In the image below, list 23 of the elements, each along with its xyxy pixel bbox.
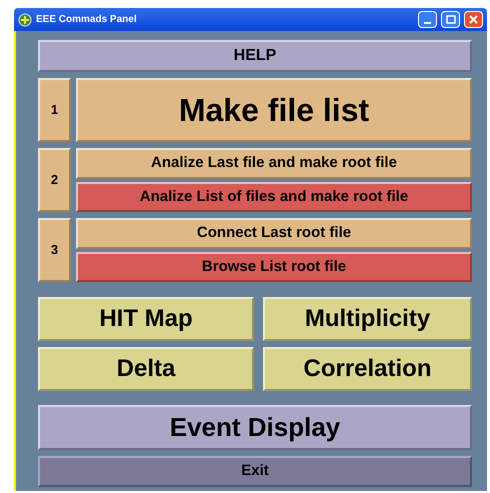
app-icon [18, 12, 32, 26]
command-button[interactable]: Make file list [76, 78, 472, 142]
help-button[interactable]: HELP [38, 40, 472, 72]
analysis-button[interactable]: Multiplicity [263, 297, 472, 341]
minimize-button[interactable] [418, 11, 437, 28]
exit-button[interactable]: Exit [38, 456, 472, 487]
maximize-button[interactable] [441, 11, 460, 28]
minimize-icon [424, 22, 431, 24]
command-button[interactable]: Browse List root file [76, 252, 472, 282]
maximize-icon [446, 15, 456, 24]
analysis-button[interactable]: Delta [38, 347, 254, 391]
window-title: EEE Commads Panel [36, 13, 138, 27]
close-icon [469, 15, 478, 24]
command-button[interactable]: Connect Last root file [76, 218, 472, 248]
step-number: 1 [38, 78, 71, 142]
step-number: 2 [38, 148, 71, 212]
command-button[interactable]: Analize List of files and make root file [76, 182, 472, 212]
command-button[interactable]: Analize Last file and make root file [76, 148, 472, 178]
analysis-button[interactable]: HIT Map [38, 297, 254, 341]
step-number: 3 [38, 218, 71, 282]
event-display-button[interactable]: Event Display [38, 405, 472, 450]
close-button[interactable] [464, 11, 483, 28]
analysis-button[interactable]: Correlation [263, 347, 472, 391]
